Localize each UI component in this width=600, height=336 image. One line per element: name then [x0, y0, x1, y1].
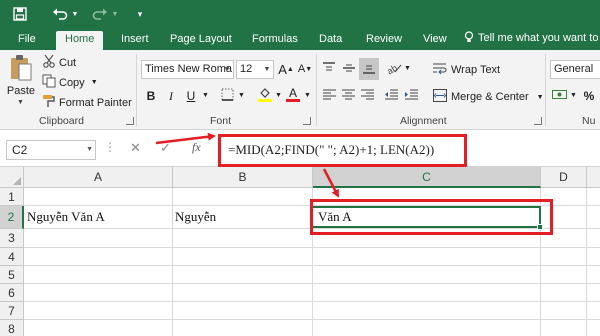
arrow-to-formula — [155, 132, 216, 145]
annotation-arrows — [155, 132, 340, 198]
excel-window: ▼ ▼ ▾ File Home Insert Page Layout Formu… — [0, 0, 600, 336]
arrow-to-result — [322, 168, 340, 198]
